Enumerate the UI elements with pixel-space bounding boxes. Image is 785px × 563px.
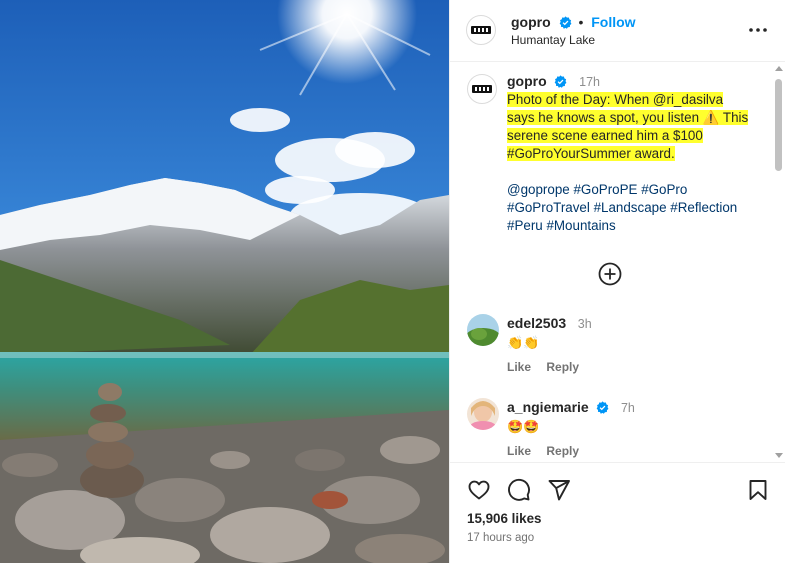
comment-text: 🤩🤩: [507, 418, 757, 436]
scroll-up-arrow-icon[interactable]: [775, 66, 783, 71]
author-username[interactable]: gopro: [511, 14, 551, 30]
verified-badge-icon: [555, 75, 567, 88]
verified-badge-icon: [559, 16, 571, 29]
commenter-avatar[interactable]: [467, 398, 499, 430]
comment-text: 👏👏: [507, 334, 757, 352]
hashtag-line-3[interactable]: #Peru #Mountains: [507, 217, 777, 235]
more-options-icon[interactable]: [748, 22, 768, 38]
caption-username[interactable]: gopro: [507, 73, 547, 89]
post-location[interactable]: Humantay Lake: [511, 33, 595, 47]
comments-scrollbar[interactable]: [774, 64, 783, 460]
follow-button[interactable]: Follow: [591, 14, 635, 30]
save-bookmark-icon[interactable]: [746, 478, 770, 502]
caption-avatar[interactable]: [467, 74, 497, 104]
lake-mountain-image: [0, 0, 449, 563]
caption-time[interactable]: 17h: [579, 75, 600, 89]
verified-badge-icon: [596, 401, 609, 414]
comment-emojis: 🤩🤩: [507, 419, 540, 434]
share-send-icon[interactable]: [547, 478, 571, 502]
scroll-down-arrow-icon[interactable]: [775, 453, 783, 458]
comment-reply-button[interactable]: Reply: [546, 360, 579, 374]
comment-actions: Like Reply: [507, 360, 591, 374]
post-header: gopro • Follow Humantay Lake: [450, 0, 785, 62]
caption-line-1: Photo of the Day: When @ri_dasilva: [507, 92, 724, 107]
avatar-image: [467, 398, 499, 430]
hashtag-line-2[interactable]: #GoProTravel #Landscape #Reflection: [507, 199, 777, 217]
gopro-avatar[interactable]: [466, 15, 496, 45]
post-photo[interactable]: [0, 0, 449, 563]
comment-like-button[interactable]: Like: [507, 444, 531, 458]
load-more-comments-icon[interactable]: [598, 262, 622, 286]
header-separator: •: [578, 14, 584, 30]
caption-hashtags: @goprope #GoProPE #GoPro #GoProTravel #L…: [507, 181, 777, 235]
hashtag-line-1[interactable]: @goprope #GoProPE #GoPro: [507, 181, 777, 199]
post-timestamp[interactable]: 17 hours ago: [467, 532, 534, 544]
scrollbar-thumb[interactable]: [775, 79, 782, 171]
comments-scroll-area[interactable]: gopro 17h Photo of the Day: When @ri_das…: [450, 62, 785, 462]
comment-bubble-icon[interactable]: [507, 478, 531, 502]
comment-actions: Like Reply: [507, 444, 591, 458]
like-count[interactable]: 15,906 likes: [467, 511, 541, 526]
post-actions-footer: 15,906 likes 17 hours ago: [450, 462, 785, 563]
comment-username[interactable]: edel2503: [507, 315, 566, 331]
comment-reply-button[interactable]: Reply: [546, 444, 579, 458]
comment-time[interactable]: 7h: [621, 401, 635, 415]
caption-line-3: serene scene earned him a $100: [507, 128, 703, 143]
comment-emojis: 👏👏: [507, 335, 540, 350]
caption-line-2: says he knows a spot, you listen ⚠️ This: [507, 110, 749, 125]
post-author: gopro • Follow: [511, 14, 636, 31]
comment-body: edel2503 3h 👏👏: [507, 314, 757, 352]
caption-text: gopro 17h Photo of the Day: When @ri_das…: [507, 72, 777, 235]
commenter-avatar[interactable]: [467, 314, 499, 346]
caption-line-4: #GoProYourSummer award.: [507, 146, 675, 161]
comment-username[interactable]: a_ngiemarie: [507, 399, 589, 415]
comment-like-button[interactable]: Like: [507, 360, 531, 374]
like-heart-icon[interactable]: [467, 478, 491, 502]
avatar-image: [467, 314, 499, 346]
comment-body: a_ngiemarie 7h 🤩🤩: [507, 398, 757, 436]
post-side-panel: gopro • Follow Humantay Lake gopro 17h P…: [449, 0, 785, 563]
comment-time[interactable]: 3h: [578, 317, 592, 331]
